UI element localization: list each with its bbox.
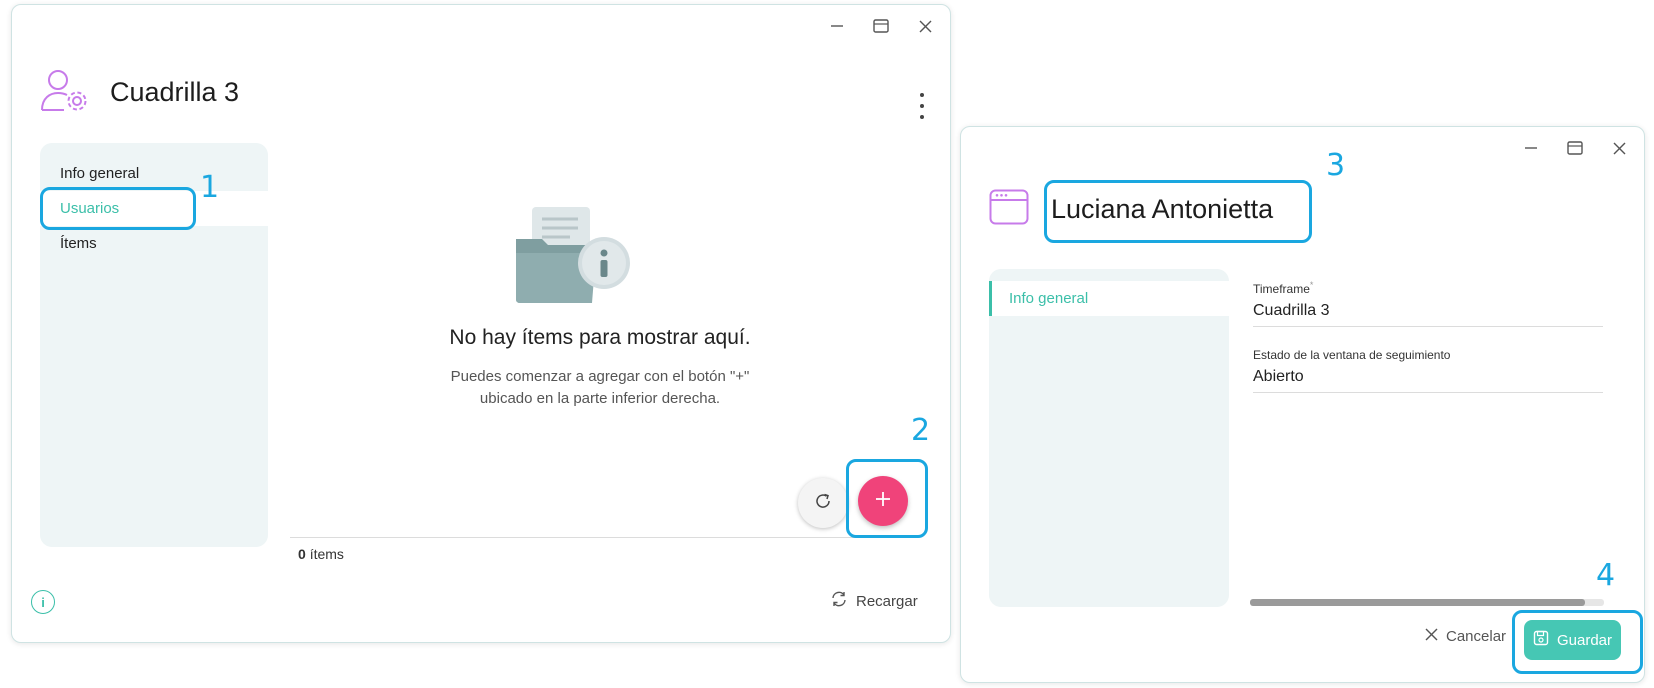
empty-state-line-2: ubicado en la parte inferior derecha.	[479, 390, 721, 407]
tracking-window-status-field[interactable]: Estado de la ventana de seguimiento Abie…	[1253, 348, 1603, 393]
window-title: Luciana Antonietta	[1051, 194, 1274, 224]
refresh-icon	[814, 492, 832, 515]
cancel-label: Cancelar	[1446, 628, 1507, 645]
close-icon[interactable]	[1604, 135, 1634, 161]
window-controls	[1516, 135, 1634, 161]
add-button[interactable]	[858, 476, 908, 526]
group-window: Cuadrilla 3 Info general Usuarios Ítems	[11, 4, 951, 643]
items-count: 0 ítems	[298, 546, 344, 562]
maximize-icon[interactable]	[866, 13, 896, 39]
empty-folder-illustration	[512, 201, 636, 309]
tracking-window-status-label: Estado de la ventana de seguimiento	[1253, 348, 1451, 362]
user-gear-icon	[40, 68, 90, 117]
save-button[interactable]: Guardar	[1524, 620, 1621, 660]
scrollbar-thumb[interactable]	[1250, 599, 1585, 606]
cancel-button[interactable]: Cancelar	[1425, 628, 1506, 645]
save-label: Guardar	[1556, 631, 1613, 649]
items-count-label: ítems	[309, 546, 344, 562]
more-options-icon[interactable]	[916, 93, 928, 119]
annotation-number-3: 3	[1326, 148, 1346, 183]
horizontal-scrollbar[interactable]	[1250, 599, 1604, 606]
sync-icon	[830, 590, 848, 612]
window-title: Cuadrilla 3	[110, 77, 240, 107]
window-header: Cuadrilla 3	[40, 68, 239, 117]
refresh-button[interactable]	[798, 478, 848, 528]
minimize-icon[interactable]	[1516, 135, 1546, 161]
maximize-icon[interactable]	[1560, 135, 1590, 161]
save-icon	[1533, 630, 1549, 650]
annotation-number-2: 2	[911, 413, 931, 448]
timeframe-field[interactable]: Timeframe* Cuadrilla 3	[1253, 280, 1603, 327]
annotation-number-1: 1	[200, 170, 220, 205]
close-icon[interactable]	[910, 13, 940, 39]
minimize-icon[interactable]	[822, 13, 852, 39]
timeframe-label: Timeframe*	[1253, 280, 1314, 296]
tracking-window-status-value[interactable]: Abierto	[1253, 368, 1603, 393]
nav-item-usuarios[interactable]: Usuarios	[40, 191, 268, 226]
nav-item-items[interactable]: Ítems	[40, 226, 268, 261]
list-footer-divider	[290, 537, 915, 538]
empty-state-description: Puedes comenzar a agregar con el botón "…	[420, 366, 780, 410]
annotation-number-4: 4	[1596, 558, 1616, 593]
reload-label: Recargar	[856, 592, 918, 610]
window-controls	[822, 13, 940, 39]
sidebar: Info general Usuarios Ítems	[40, 143, 268, 547]
sidebar: Info general	[989, 269, 1229, 607]
window-header: Luciana Antonietta	[989, 189, 1273, 230]
window-icon	[989, 189, 1029, 230]
timeframe-value[interactable]: Cuadrilla 3	[1253, 302, 1603, 327]
info-icon[interactable]: i	[31, 590, 55, 614]
nav-item-info-general[interactable]: Info general	[989, 281, 1229, 316]
close-icon	[1425, 628, 1438, 645]
items-count-number: 0	[298, 546, 306, 562]
nav-item-info-general[interactable]: Info general	[40, 156, 268, 191]
empty-state-title: No hay ítems para mostrar aquí.	[449, 326, 751, 349]
reload-button[interactable]: Recargar	[830, 590, 918, 612]
plus-icon	[874, 490, 892, 513]
empty-state-line-1: Puedes comenzar a agregar con el botón "…	[450, 368, 750, 385]
